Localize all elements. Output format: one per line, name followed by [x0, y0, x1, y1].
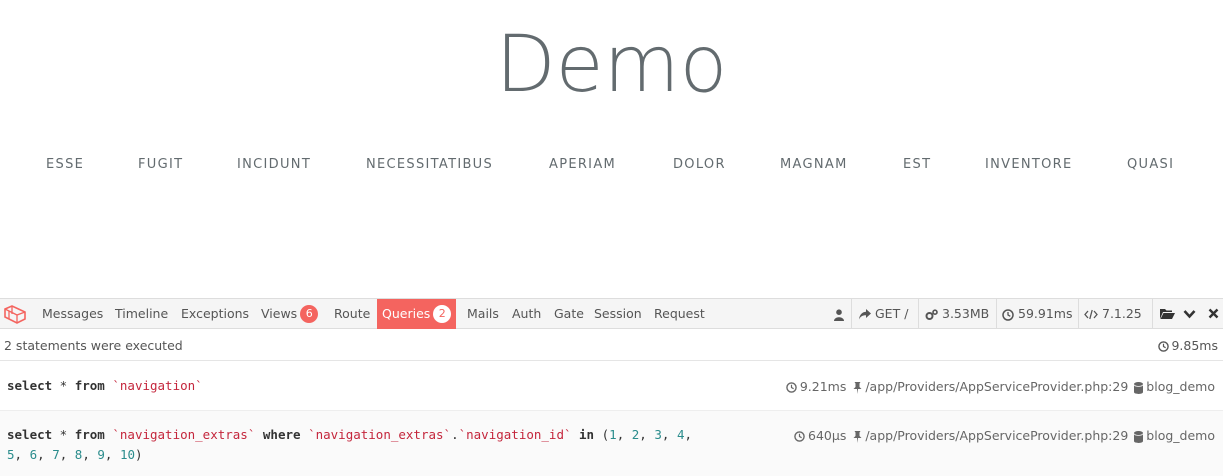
- statement-duration: 640μs: [808, 428, 847, 443]
- statement-meta: 640μs /app/Providers/AppServiceProvider.…: [794, 428, 1215, 443]
- tab-route[interactable]: Route: [334, 299, 370, 329]
- time-widget: 59.91ms: [1002, 299, 1072, 329]
- nav-link-est[interactable]: EST: [903, 157, 931, 172]
- tab-timeline[interactable]: Timeline: [115, 299, 168, 329]
- sql-text: select * from `navigation_extras` where …: [7, 427, 692, 462]
- folder-open-icon[interactable]: [1160, 308, 1175, 320]
- clock-icon: [794, 431, 805, 442]
- views-count-badge: 6: [300, 305, 319, 323]
- clock-icon: [1158, 341, 1170, 352]
- database-icon: [1134, 381, 1144, 394]
- memory-widget: 3.53MB: [925, 299, 989, 329]
- user-widget[interactable]: [834, 299, 848, 329]
- nav-link-inventore[interactable]: INVENTORE: [985, 157, 1073, 172]
- nav-link-fugit[interactable]: FUGIT: [138, 157, 183, 172]
- clock-icon: [1002, 308, 1014, 321]
- code-icon: [1084, 309, 1098, 320]
- statement-source: /app/Providers/AppServiceProvider.php:29: [865, 379, 1129, 394]
- tab-gate[interactable]: Gate: [554, 299, 584, 329]
- php-version-widget: 7.1.25: [1084, 299, 1142, 329]
- tab-queries[interactable]: Queries 2: [377, 299, 457, 329]
- tab-views-label: Views: [261, 306, 298, 321]
- memory-usage: 3.53MB: [942, 306, 990, 321]
- tab-views[interactable]: Views 6: [261, 299, 319, 329]
- request-method-path: GET /: [875, 306, 909, 321]
- statement-connection: blog_demo: [1146, 379, 1215, 394]
- statement-count: 2 statements were executed: [4, 338, 183, 353]
- tab-request[interactable]: Request: [654, 299, 705, 329]
- thumb-tack-icon: [853, 430, 862, 443]
- sql-statement[interactable]: select * from `navigation_extras` where …: [0, 411, 1223, 476]
- nav-link-magnam[interactable]: MAGNAM: [780, 157, 848, 172]
- user-icon: [834, 308, 844, 321]
- main-nav: ESSE FUGIT INCIDUNT NECESSITATIBUS APERI…: [0, 157, 1223, 177]
- statement-source: /app/Providers/AppServiceProvider.php:29: [865, 428, 1129, 443]
- close-icon[interactable]: [1208, 308, 1219, 319]
- nav-link-dolor[interactable]: DOLOR: [673, 157, 726, 172]
- queries-status-bar: 2 statements were executed 9.85ms: [0, 329, 1223, 361]
- statement-connection: blog_demo: [1146, 428, 1215, 443]
- chevron-down-icon[interactable]: [1183, 309, 1196, 319]
- nav-link-esse[interactable]: ESSE: [46, 157, 84, 172]
- clock-icon: [786, 382, 797, 393]
- total-duration-value: 9.85ms: [1171, 338, 1218, 353]
- tab-exceptions[interactable]: Exceptions: [181, 299, 249, 329]
- tab-queries-label: Queries: [382, 306, 431, 321]
- page-title: Demo: [495, 20, 728, 110]
- tab-messages[interactable]: Messages: [42, 299, 103, 329]
- total-query-duration: 9.85ms: [1158, 338, 1218, 353]
- nav-link-aperiam[interactable]: APERIAM: [549, 157, 616, 172]
- tab-session[interactable]: Session: [594, 299, 642, 329]
- sql-statement[interactable]: select * from `navigation` 9.21ms /app/P…: [0, 361, 1223, 411]
- thumb-tack-icon: [853, 381, 862, 394]
- tab-auth[interactable]: Auth: [512, 299, 541, 329]
- laravel-logo-icon[interactable]: [3, 303, 27, 325]
- database-icon: [1134, 430, 1144, 443]
- request-widget[interactable]: GET /: [859, 299, 908, 329]
- sql-text: select * from `navigation`: [7, 378, 203, 393]
- debugbar-header: Messages Timeline Exceptions Views 6 Rout…: [0, 298, 1223, 329]
- request-duration: 59.91ms: [1018, 306, 1073, 321]
- queries-count-badge: 2: [433, 305, 452, 323]
- debugbar: Messages Timeline Exceptions Views 6 Rout…: [0, 298, 1223, 476]
- nav-link-necessitatibus[interactable]: NECESSITATIBUS: [366, 157, 493, 172]
- cogs-icon: [925, 308, 938, 320]
- share-icon: [859, 309, 871, 320]
- nav-link-quasi[interactable]: QUASI: [1127, 157, 1174, 172]
- statement-meta: 9.21ms /app/Providers/AppServiceProvider…: [786, 379, 1215, 394]
- nav-link-incidunt[interactable]: INCIDUNT: [237, 157, 311, 172]
- statement-duration: 9.21ms: [799, 379, 847, 394]
- tab-mails[interactable]: Mails: [467, 299, 499, 329]
- php-version: 7.1.25: [1102, 306, 1142, 321]
